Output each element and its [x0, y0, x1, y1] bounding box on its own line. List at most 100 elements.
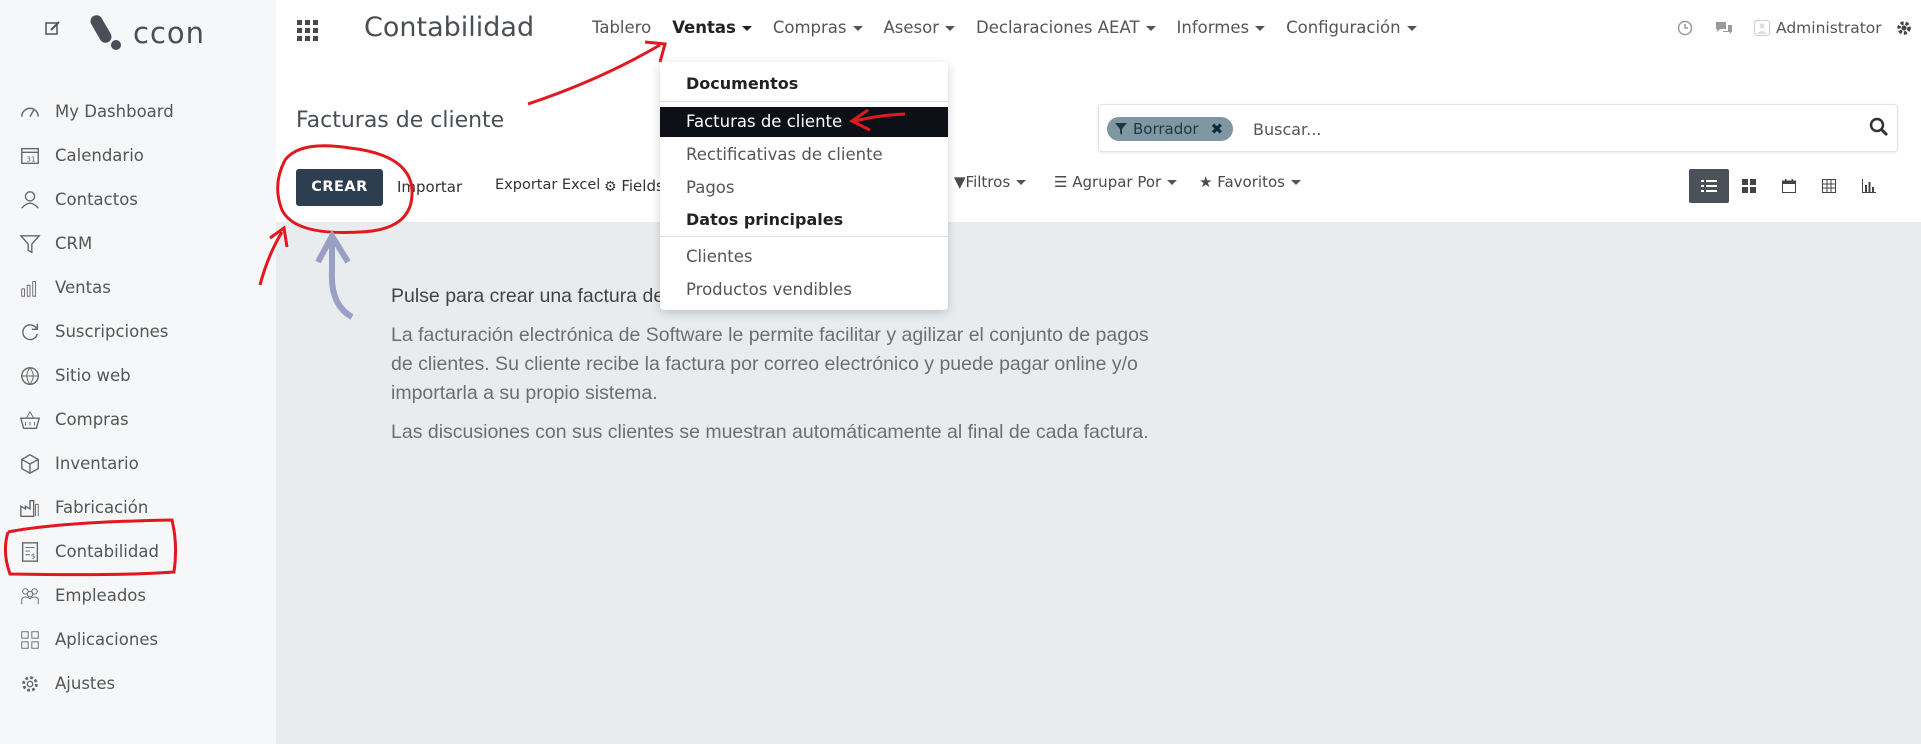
- group-by-dropdown[interactable]: ☰ Agrupar Por: [1054, 173, 1178, 191]
- clock-icon[interactable]: [1677, 20, 1693, 36]
- import-button[interactable]: Importar: [397, 178, 462, 196]
- search-input[interactable]: [1251, 113, 1845, 145]
- dropdown-header: Datos principales: [686, 210, 844, 229]
- sidebar-item-label: Compras: [55, 410, 129, 429]
- gauge-icon: [21, 107, 39, 117]
- search-icon[interactable]: [1869, 117, 1889, 137]
- caret-down-icon: [1167, 180, 1178, 185]
- refresh-icon: [22, 323, 39, 341]
- grid-icon: [21, 631, 39, 649]
- sidebar-item-label: Contactos: [55, 190, 138, 209]
- view-switcher: [1689, 169, 1889, 203]
- nav-declaraciones[interactable]: Declaraciones AEAT: [976, 18, 1156, 37]
- kanban-view-button[interactable]: [1729, 169, 1769, 203]
- edit-icon[interactable]: [45, 20, 61, 41]
- nav-tablero[interactable]: Tablero: [592, 18, 651, 37]
- svg-text:31: 31: [26, 155, 35, 164]
- caret-down-icon: [1290, 180, 1301, 185]
- graph-view-button[interactable]: [1849, 169, 1889, 203]
- fields-button[interactable]: ⚙ Fields: [604, 177, 664, 195]
- caret-down-icon: [945, 26, 956, 31]
- nav-ventas[interactable]: Ventas: [672, 18, 752, 37]
- remove-facet-icon[interactable]: ✖: [1211, 117, 1224, 141]
- ventas-dropdown: Documentos Facturas de cliente Rectifica…: [660, 62, 948, 310]
- favorites-label: Favoritos: [1217, 173, 1285, 191]
- caret-down-icon: [1406, 26, 1417, 31]
- calendar-view-button[interactable]: [1769, 169, 1809, 203]
- sidebar-item-aplicaciones[interactable]: Aplicaciones: [0, 618, 276, 662]
- user-name[interactable]: Administrator: [1776, 19, 1882, 37]
- sidebar-item-label: Suscripciones: [55, 322, 169, 341]
- pivot-view-button[interactable]: [1809, 169, 1849, 203]
- export-excel-button[interactable]: Exportar Excel: [495, 177, 600, 193]
- nav-label: Asesor: [883, 18, 940, 37]
- box-icon: [21, 454, 39, 474]
- list-view-button[interactable]: [1689, 169, 1729, 203]
- people-icon: [21, 588, 39, 605]
- sidebar-item-empleados[interactable]: Empleados: [0, 574, 276, 618]
- caret-down-icon: [852, 26, 863, 31]
- nav-compras[interactable]: Compras: [773, 18, 863, 37]
- sidebar-item-fabricación[interactable]: Fabricación: [0, 486, 276, 530]
- menu-item-clientes[interactable]: Clientes: [660, 242, 948, 272]
- globe-icon: [21, 367, 39, 385]
- main-nav: Tablero Ventas Compras Asesor Declaracio…: [592, 18, 1438, 37]
- bar-chart-icon: [1862, 179, 1876, 193]
- invoice-icon: $: [21, 542, 39, 562]
- sidebar-item-label: Empleados: [55, 586, 146, 605]
- factory-icon: [20, 499, 39, 517]
- caret-down-icon: [1016, 180, 1027, 185]
- sidebar-item-label: Ventas: [55, 278, 111, 297]
- apps-grid-icon[interactable]: [297, 20, 318, 41]
- sidebar-item-label: My Dashboard: [55, 102, 174, 121]
- nav-asesor[interactable]: Asesor: [884, 18, 956, 37]
- sidebar-item-ajustes[interactable]: Ajustes: [0, 662, 276, 706]
- svg-text:$: $: [31, 551, 36, 560]
- nav-label: Informes: [1176, 18, 1250, 37]
- menu-item-productos[interactable]: Productos vendibles: [660, 275, 948, 305]
- fields-label: Fields: [621, 177, 664, 195]
- favorites-dropdown[interactable]: ★ Favoritos: [1199, 173, 1301, 191]
- empty-help: Pulse para crear una factura de cliente …: [391, 285, 1151, 457]
- sidebar-item-ventas[interactable]: Ventas: [0, 266, 276, 310]
- table-icon: [1822, 179, 1836, 193]
- list-icon: ☰: [1054, 173, 1068, 191]
- bar-chart-icon: [21, 281, 36, 297]
- nav-label: Configuración: [1286, 18, 1401, 37]
- app-title: Contabilidad: [364, 12, 535, 43]
- annotation-hint-arrow: [328, 240, 354, 320]
- avatar[interactable]: [1754, 20, 1770, 36]
- sidebar-item-calendario[interactable]: 31 Calendario: [0, 134, 276, 178]
- settings-gear-icon[interactable]: [1895, 19, 1913, 37]
- chat-icon[interactable]: [1714, 20, 1734, 36]
- menu-item-pagos[interactable]: Pagos: [660, 173, 948, 203]
- nav-informes[interactable]: Informes: [1177, 18, 1266, 37]
- nav-label: Declaraciones AEAT: [976, 18, 1140, 37]
- sidebar-item-label: Inventario: [55, 454, 139, 473]
- group-by-label: Agrupar Por: [1072, 173, 1162, 191]
- sidebar-item-inventario[interactable]: Inventario: [0, 442, 276, 486]
- sidebar-item-compras[interactable]: Compras: [0, 398, 276, 442]
- sidebar-item-my-dashboard[interactable]: My Dashboard: [0, 90, 276, 134]
- caret-down-icon: [1145, 26, 1156, 31]
- sidebar-item-suscripciones[interactable]: Suscripciones: [0, 310, 276, 354]
- filter-icon: ▼: [954, 173, 966, 191]
- sidebar-item-contabilidad[interactable]: $ Contabilidad: [0, 530, 276, 574]
- sidebar-item-label: Sitio web: [55, 366, 131, 385]
- brand-logo[interactable]: ccon: [45, 12, 235, 52]
- sidebar-item-sitio-web[interactable]: Sitio web: [0, 354, 276, 398]
- menu-item-facturas-cliente[interactable]: Facturas de cliente: [660, 107, 948, 137]
- sidebar-item-contactos[interactable]: Contactos: [0, 178, 276, 222]
- filter-facet[interactable]: Borrador ✖: [1107, 117, 1234, 141]
- nav-configuracion[interactable]: Configuración: [1286, 18, 1417, 37]
- basket-icon: [19, 410, 41, 429]
- topbar: Contabilidad Tablero Ventas Compras Ases…: [276, 0, 1921, 60]
- menu-item-rectificativas[interactable]: Rectificativas de cliente: [660, 140, 948, 170]
- create-button[interactable]: CREAR: [296, 169, 383, 206]
- sidebar-item-crm[interactable]: CRM: [0, 222, 276, 266]
- filters-dropdown[interactable]: ▼Filtros: [954, 173, 1027, 191]
- sidebar-item-label: Calendario: [55, 146, 144, 165]
- funnel-icon: [19, 235, 41, 254]
- calendar-icon: 31: [21, 147, 39, 165]
- search-bar[interactable]: Borrador ✖: [1098, 104, 1898, 152]
